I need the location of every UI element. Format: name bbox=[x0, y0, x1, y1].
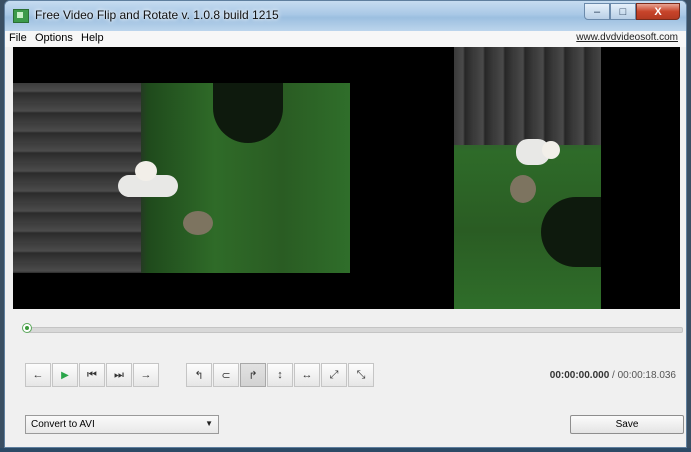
menu-help[interactable]: Help bbox=[81, 32, 104, 44]
time-display: 00:00:00.000 / 00:00:18.036 bbox=[550, 370, 676, 381]
maximize-button[interactable]: □ bbox=[610, 3, 636, 20]
menu-bar: File Options Help www.dvdvideosoft.com bbox=[5, 31, 686, 47]
rotate-right-icon: ↱ bbox=[248, 369, 258, 382]
flip-vertical-button[interactable]: ↕ bbox=[267, 363, 293, 387]
convert-format-value: Convert to AVI bbox=[31, 419, 95, 430]
play-icon: ▶ bbox=[61, 369, 69, 381]
dropdown-arrow-icon: ▼ bbox=[205, 419, 213, 428]
skip-end-button[interactable]: ⏭ bbox=[106, 363, 132, 387]
transform-controls: ↰ ⊂ ↱ ↕ ↔ ⤢ ⤡ bbox=[186, 363, 375, 387]
minimize-button[interactable]: – bbox=[584, 3, 610, 20]
website-link[interactable]: www.dvdvideosoft.com bbox=[576, 32, 678, 43]
original-preview-frame bbox=[454, 47, 601, 309]
save-button[interactable]: Save bbox=[570, 415, 684, 434]
title-bar[interactable]: Free Video Flip and Rotate v. 1.0.8 buil… bbox=[5, 1, 686, 31]
diagonal-icon: ⤢ bbox=[329, 368, 339, 381]
window-title: Free Video Flip and Rotate v. 1.0.8 buil… bbox=[35, 8, 279, 22]
step-back-button[interactable]: ← bbox=[25, 363, 51, 387]
minimize-icon: – bbox=[593, 5, 601, 18]
app-icon bbox=[13, 9, 29, 23]
close-button[interactable]: X bbox=[636, 3, 680, 20]
flip-horizontal-icon: ↔ bbox=[301, 369, 313, 381]
flip-horizontal-button[interactable]: ↔ bbox=[294, 363, 320, 387]
rotate-right-button[interactable]: ↱ bbox=[240, 363, 266, 387]
playback-controls: ← ▶ ⏮ ⏭ → bbox=[25, 363, 160, 387]
convert-format-select[interactable]: Convert to AVI ▼ bbox=[25, 415, 219, 434]
app-window: Free Video Flip and Rotate v. 1.0.8 buil… bbox=[4, 0, 687, 448]
time-separator: / bbox=[612, 370, 615, 381]
rotate-left-button[interactable]: ↰ bbox=[186, 363, 212, 387]
current-time: 00:00:00.000 bbox=[549, 370, 610, 381]
skip-end-icon: ⏭ bbox=[114, 368, 124, 381]
step-forward-button[interactable]: → bbox=[133, 363, 159, 387]
skip-start-icon: ⏮ bbox=[87, 368, 97, 381]
seek-thumb[interactable] bbox=[22, 323, 32, 333]
caption-buttons: – □ X bbox=[584, 3, 680, 21]
menu-file[interactable]: File bbox=[9, 32, 27, 44]
rotated-preview-frame bbox=[13, 83, 350, 273]
transpose-button[interactable]: ⤢ bbox=[321, 363, 347, 387]
flip-vertical-icon: ↕ bbox=[277, 369, 283, 381]
rotate-180-icon: ⊂ bbox=[221, 369, 231, 382]
skip-start-button[interactable]: ⏮ bbox=[79, 363, 105, 387]
arrow-left-icon: ← bbox=[32, 369, 44, 381]
video-preview-area bbox=[13, 47, 680, 309]
close-icon: X bbox=[654, 5, 662, 18]
maximize-icon: □ bbox=[619, 5, 627, 18]
rotate-180-button[interactable]: ⊂ bbox=[213, 363, 239, 387]
arrow-right-icon: → bbox=[140, 369, 152, 381]
rotate-left-icon: ↰ bbox=[194, 369, 204, 382]
seek-bar[interactable] bbox=[27, 327, 683, 333]
transverse-button[interactable]: ⤡ bbox=[348, 363, 374, 387]
taskbar-strip bbox=[0, 448, 691, 452]
play-button[interactable]: ▶ bbox=[52, 363, 78, 387]
menu-options[interactable]: Options bbox=[35, 32, 73, 44]
anti-diagonal-icon: ⤡ bbox=[356, 368, 366, 381]
total-time: 00:00:18.036 bbox=[617, 370, 676, 381]
